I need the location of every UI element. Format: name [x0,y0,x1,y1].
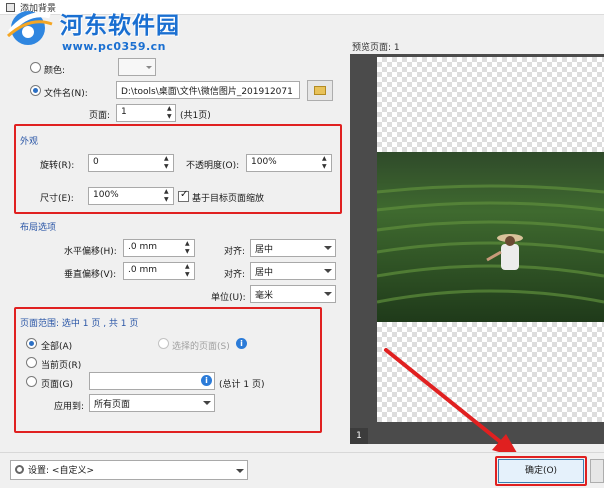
color-label: 颜色: [44,66,66,76]
color-radio[interactable] [30,62,41,73]
layout-heading: 布局选项 [20,223,57,233]
page-label: 页面: [89,111,111,121]
settings-label: 设置: [28,466,50,476]
v-align-value: 居中 [255,268,274,278]
v-offset-label: 垂直偏移(V): [64,270,117,280]
color-picker[interactable] [118,58,156,76]
ok-button-highlight [495,456,587,486]
gear-icon [15,465,24,474]
preview-label: 预览页面: 1 [352,43,400,53]
annotation-arrow [384,348,520,458]
unit-select[interactable]: 毫米 [250,285,336,303]
chevron-down-icon [236,469,244,473]
file-path-input[interactable]: D:\tools\桌面\文件\微信图片_201912071 [116,81,300,99]
h-align-value: 居中 [255,245,274,255]
v-offset-spinner[interactable]: ▲ ▼ [182,262,194,280]
chevron-down-icon [324,246,332,250]
watermark-url: www.pc0359.cn [62,40,167,53]
h-align-select[interactable]: 居中 [250,239,336,257]
browse-button[interactable] [307,80,333,101]
appearance-highlight-box [14,124,342,214]
unit-value: 毫米 [255,291,274,301]
preview-transparent-top [377,57,604,152]
h-offset-label: 水平偏移(H): [64,247,117,257]
page-spinner[interactable]: ▲ ▼ [164,104,176,122]
v-align-label: 对齐: [224,270,246,280]
settings-select[interactable]: 设置: <自定义> [10,460,248,480]
watermark-logo [6,11,53,45]
unit-label: 单位(U): [211,293,246,303]
file-label: 文件名(N): [44,89,88,99]
folder-icon [314,86,326,95]
chevron-down-icon [324,292,332,296]
preview-page-number[interactable]: 1 [350,428,368,444]
watermark-title: 河东软件园 [60,13,180,39]
page-total: (共1页) [180,111,211,121]
background-photo [377,152,604,322]
chevron-down-icon [324,269,332,273]
h-offset-spinner[interactable]: ▲ ▼ [182,239,194,257]
settings-value: <自定义> [51,466,95,476]
h-align-label: 对齐: [224,247,246,257]
page-range-highlight-box [14,307,322,433]
file-radio[interactable] [30,85,41,96]
v-align-select[interactable]: 居中 [250,262,336,280]
cancel-button-partial[interactable] [590,459,604,483]
